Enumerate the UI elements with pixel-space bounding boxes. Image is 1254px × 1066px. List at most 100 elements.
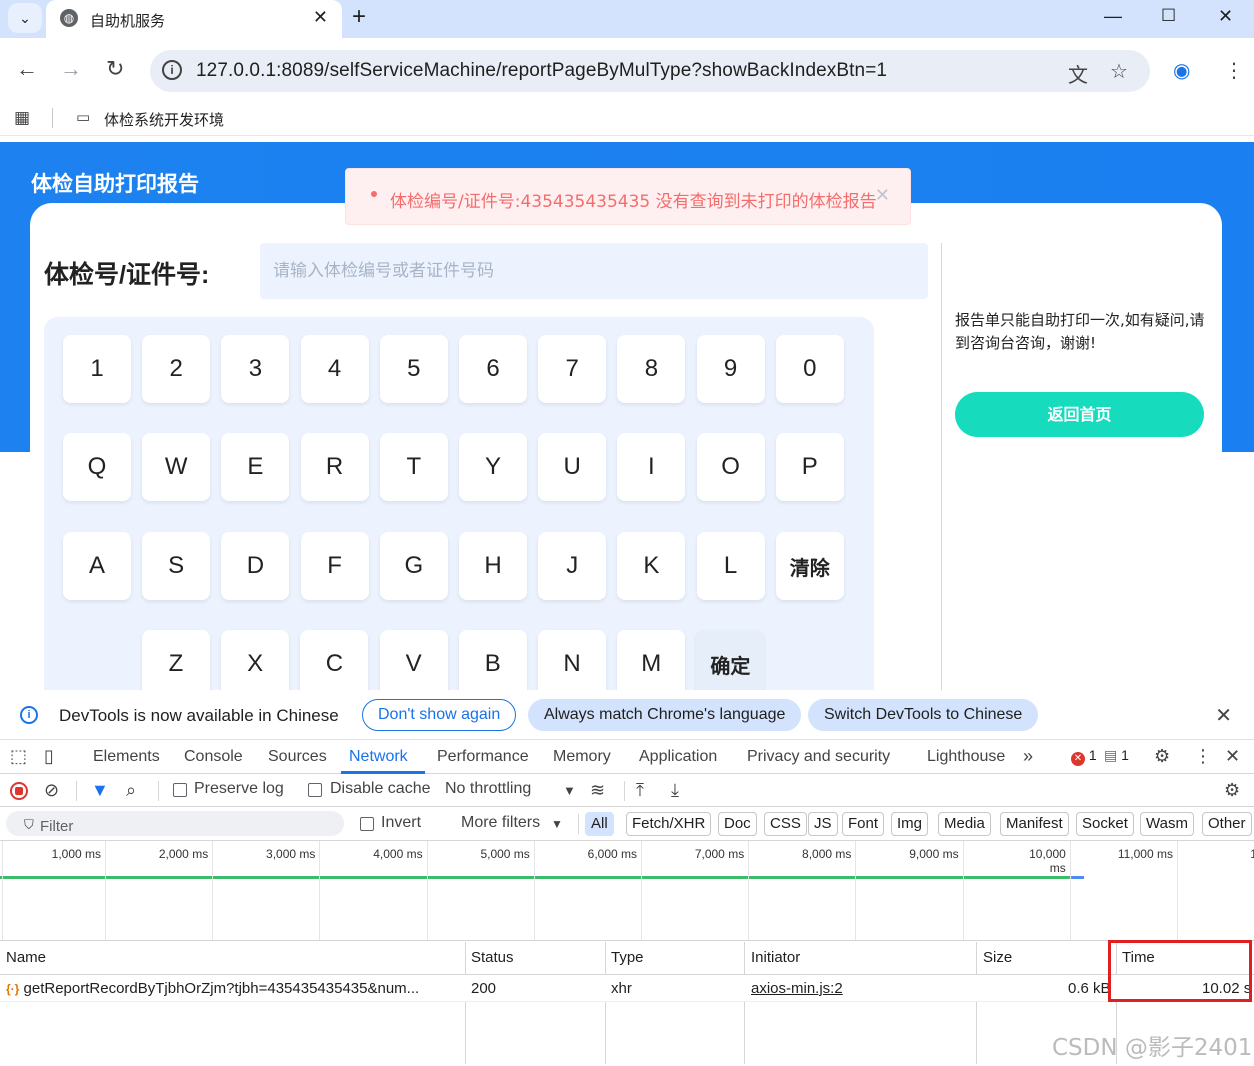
keypad-key[interactable]: K	[617, 532, 686, 600]
message-count-badge[interactable]: ▤ 1	[1104, 747, 1129, 764]
keypad-key[interactable]: B	[458, 630, 527, 690]
profile-icon[interactable]: ◉	[1173, 58, 1190, 83]
type-filter-doc[interactable]: Doc	[718, 812, 757, 836]
reload-icon[interactable]: ↻	[106, 56, 124, 82]
keypad-key[interactable]: U	[538, 433, 607, 501]
toast-close-icon[interactable]: ✕	[875, 185, 890, 206]
keypad-key[interactable]: 0	[775, 335, 844, 403]
keypad-key[interactable]: T	[379, 433, 448, 501]
column-initiator[interactable]: Initiator	[751, 949, 800, 966]
tab-privacy-and-security[interactable]: Privacy and security	[747, 748, 890, 766]
more-menu-icon[interactable]: ⋮	[1224, 58, 1244, 83]
keypad-key[interactable]: 4	[300, 335, 369, 403]
keypad-key[interactable]: 8	[617, 335, 686, 403]
keypad-key[interactable]: 9	[696, 335, 765, 403]
keypad-key[interactable]: 6	[459, 335, 527, 403]
keypad-key[interactable]: L	[696, 532, 765, 600]
devtools-menu-icon[interactable]: ⋮	[1194, 746, 1212, 767]
type-filter-manifest[interactable]: Manifest	[1000, 812, 1069, 836]
keypad-key[interactable]: C	[300, 630, 369, 690]
minimize-icon[interactable]: —	[1104, 6, 1122, 27]
bookmark-folder-link[interactable]: 体检系统开发环境	[104, 109, 224, 130]
settings-gear-icon[interactable]: ⚙	[1154, 746, 1170, 767]
inspect-element-icon[interactable]: ⬚	[10, 746, 27, 767]
keypad-key[interactable]: O	[696, 433, 765, 501]
tab-search-button[interactable]: ⌄	[8, 3, 42, 33]
keypad-key[interactable]: G	[379, 532, 448, 600]
network-overview-timeline[interactable]: 1,000 ms 2,000 ms 3,000 ms 4,000 ms 5,000 ms…	[0, 841, 1254, 941]
dont-show-again-button[interactable]: Don't show again	[362, 699, 517, 731]
request-initiator-link[interactable]: axios-min.js:2	[751, 980, 843, 997]
type-filter-socket[interactable]: Socket	[1076, 812, 1134, 836]
more-filters-dropdown[interactable]: More filters	[461, 814, 540, 832]
new-tab-plus-icon[interactable]: +	[352, 3, 366, 31]
apps-grid-icon[interactable]: ▦	[14, 108, 30, 128]
disable-cache-checkbox[interactable]	[308, 783, 322, 797]
column-name[interactable]: Name	[6, 949, 46, 966]
type-filter-img[interactable]: Img	[891, 812, 929, 836]
site-info-icon[interactable]: i	[162, 60, 182, 80]
table-row[interactable]: {·} getReportRecordByTjbhOrZjm?tjbh=4354…	[0, 975, 1254, 1002]
switch-to-chinese-button[interactable]: Switch DevTools to Chinese	[808, 699, 1039, 731]
infobar-close-icon[interactable]: ✕	[1215, 703, 1232, 728]
column-type[interactable]: Type	[611, 949, 644, 966]
keypad-key[interactable]: Y	[459, 433, 527, 501]
keypad-key[interactable]: E	[221, 433, 290, 501]
type-filter-fetch-xhr[interactable]: Fetch/XHR	[626, 812, 712, 836]
close-tab-icon[interactable]: ✕	[313, 7, 328, 28]
keypad-key[interactable]: P	[775, 433, 844, 501]
keypad-key[interactable]: N	[538, 630, 606, 690]
keypad-key[interactable]: Z	[142, 630, 210, 690]
keypad-key[interactable]: D	[221, 532, 290, 600]
tab-elements[interactable]: Elements	[93, 748, 160, 766]
back-arrow-icon[interactable]: ←	[16, 56, 38, 82]
keypad-key[interactable]: 5	[379, 335, 448, 403]
type-filter-other[interactable]: Other	[1202, 812, 1252, 836]
error-count-badge[interactable]: ✕ 1	[1071, 747, 1097, 766]
bookmark-star-icon[interactable]: ☆	[1110, 59, 1128, 84]
filter-funnel-icon[interactable]: ▼	[91, 780, 109, 801]
keypad-key[interactable]: Q	[63, 433, 131, 501]
invert-checkbox[interactable]	[360, 817, 374, 831]
import-har-icon[interactable]: ⤒	[636, 780, 644, 801]
keypad-key[interactable]: W	[142, 433, 211, 501]
filter-input[interactable]: ⛉ Filter	[6, 811, 344, 836]
translate-icon[interactable]: 文	[1068, 59, 1088, 88]
keypad-key[interactable]: 2	[142, 335, 211, 403]
device-toolbar-icon[interactable]: ▯	[44, 746, 54, 767]
type-filter-font[interactable]: Font	[842, 812, 885, 836]
keypad-key[interactable]: R	[300, 433, 369, 501]
back-home-button[interactable]: 返回首页	[955, 392, 1204, 437]
keypad-key[interactable]: 清除	[775, 532, 844, 600]
type-filter-css[interactable]: CSS	[764, 812, 807, 836]
keypad-key[interactable]: J	[538, 532, 607, 600]
network-conditions-icon[interactable]: ≋	[590, 780, 605, 801]
throttling-select[interactable]: No throttling	[445, 780, 531, 798]
tab-application[interactable]: Application	[639, 748, 717, 766]
keypad-key[interactable]: I	[617, 433, 686, 501]
tab-performance[interactable]: Performance	[437, 748, 529, 766]
type-filter-all[interactable]: All	[585, 812, 614, 836]
address-bar[interactable]: i 127.0.0.1:8089/selfServiceMachine/repo…	[150, 50, 1150, 92]
preserve-log-checkbox[interactable]	[173, 783, 187, 797]
tab-sources[interactable]: Sources	[268, 748, 327, 766]
keypad-key[interactable]: 1	[63, 335, 131, 403]
tab-console[interactable]: Console	[184, 748, 243, 766]
always-match-language-button[interactable]: Always match Chrome's language	[528, 699, 802, 731]
keypad-key[interactable]: A	[63, 532, 131, 600]
tab-memory[interactable]: Memory	[553, 748, 611, 766]
tab-network[interactable]: Network	[349, 748, 408, 766]
stop-recording-icon[interactable]	[10, 782, 28, 800]
column-size[interactable]: Size	[983, 949, 1012, 966]
keypad-key[interactable]: M	[617, 630, 686, 690]
keypad-key[interactable]: S	[142, 532, 211, 600]
more-tabs-icon[interactable]: »	[1023, 746, 1033, 767]
keypad-key[interactable]: H	[459, 532, 527, 600]
devtools-close-icon[interactable]: ✕	[1225, 746, 1240, 767]
tab-lighthouse[interactable]: Lighthouse	[927, 748, 1005, 766]
type-filter-wasm[interactable]: Wasm	[1140, 812, 1194, 836]
network-settings-icon[interactable]: ⚙	[1224, 780, 1240, 801]
browser-tab[interactable]: ◍ 自助机服务 ✕	[46, 0, 342, 38]
clear-icon[interactable]: ⊘	[44, 780, 59, 801]
maximize-icon[interactable]: ☐	[1161, 6, 1176, 26]
